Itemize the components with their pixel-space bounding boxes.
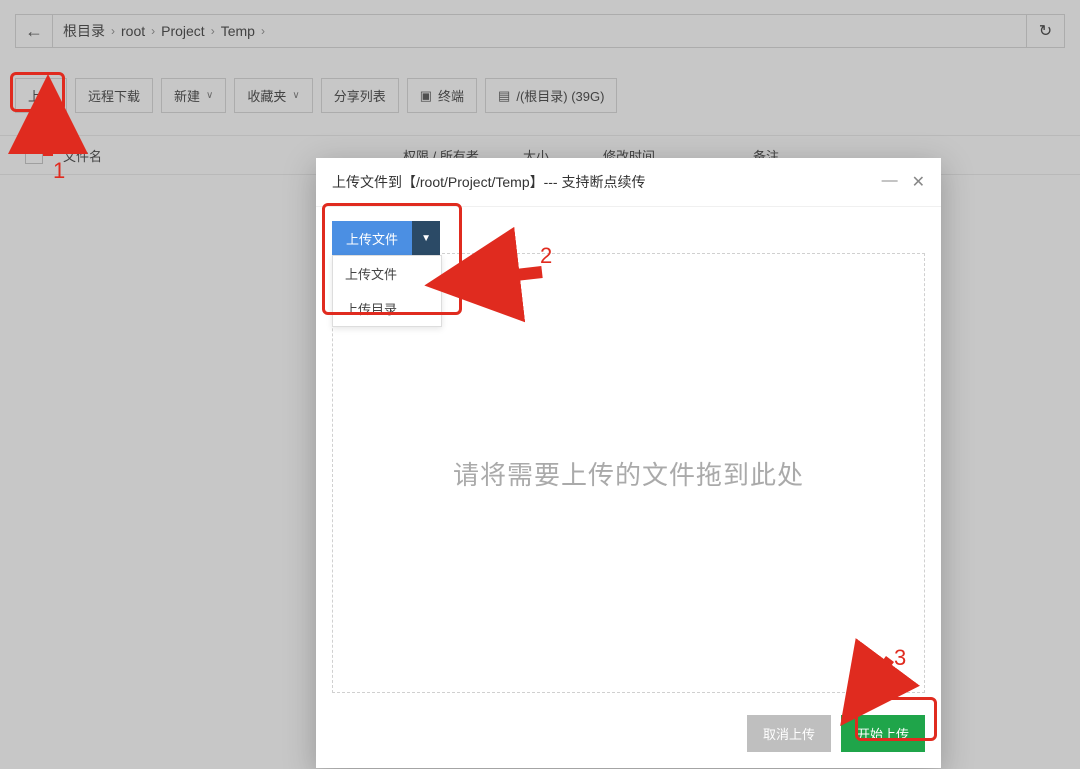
upload-dropdown-toggle[interactable]: ▼ xyxy=(412,221,440,256)
start-upload-button[interactable]: 开始上传 xyxy=(841,715,925,752)
minimize-icon[interactable]: — xyxy=(882,172,898,192)
cancel-upload-button[interactable]: 取消上传 xyxy=(747,715,831,752)
dropzone-text: 请将需要上传的文件拖到此处 xyxy=(453,455,804,492)
upload-file-button[interactable]: 上传文件 xyxy=(332,221,412,256)
close-icon[interactable]: ✕ xyxy=(912,172,925,192)
upload-dropdown-menu: 上传文件 上传目录 xyxy=(332,255,442,327)
dialog-header: 上传文件到【/root/Project/Temp】--- 支持断点续传 — ✕ xyxy=(316,158,941,207)
dialog-body: 上传文件 ▼ 上传文件 上传目录 请将需要上传的文件拖到此处 xyxy=(316,207,941,703)
dialog-title: 上传文件到【/root/Project/Temp】--- 支持断点续传 xyxy=(332,172,645,192)
dialog-footer: 取消上传 开始上传 xyxy=(316,703,941,768)
upload-split-button: 上传文件 ▼ 上传文件 上传目录 xyxy=(332,221,440,256)
upload-menu-dir[interactable]: 上传目录 xyxy=(333,291,441,326)
upload-menu-file[interactable]: 上传文件 xyxy=(333,256,441,291)
caret-down-icon: ▼ xyxy=(421,233,431,244)
upload-dialog: 上传文件到【/root/Project/Temp】--- 支持断点续传 — ✕ … xyxy=(316,158,941,768)
